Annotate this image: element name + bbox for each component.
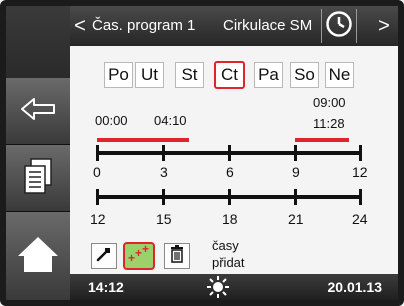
back-button[interactable] bbox=[6, 78, 70, 145]
axis1-tick-label: 3 bbox=[160, 164, 168, 180]
edit-button[interactable] bbox=[91, 243, 117, 269]
trash-icon bbox=[170, 244, 184, 268]
axis1-tick bbox=[359, 145, 362, 161]
clock-icon bbox=[325, 10, 353, 42]
page-subtitle: Cirkulace SM bbox=[223, 17, 313, 34]
period1-start-label: 00:00 bbox=[95, 113, 128, 128]
axis1-tick-label: 9 bbox=[292, 164, 300, 180]
axis2-tick-label: 12 bbox=[90, 211, 106, 227]
axis2-tick-label: 24 bbox=[352, 211, 368, 227]
sun-icon bbox=[206, 275, 230, 302]
back-arrow-icon bbox=[20, 97, 56, 126]
axis1-tick-label: 12 bbox=[352, 164, 368, 180]
period2-start-label: 09:00 bbox=[313, 95, 346, 110]
schedule-segment bbox=[295, 138, 350, 142]
add-times-label: časy přidat bbox=[212, 237, 245, 271]
header-bar: < Čas. program 1 Cirkulace SM > bbox=[70, 6, 398, 46]
clock-button[interactable] bbox=[321, 9, 357, 43]
axis1-tick bbox=[96, 145, 99, 161]
prev-program-button[interactable]: < bbox=[70, 6, 90, 46]
axis2-tick-label: 18 bbox=[222, 211, 238, 227]
day-button-po[interactable]: Po bbox=[104, 62, 133, 88]
axis2-tick bbox=[228, 189, 231, 205]
add-times-label-line1: časy bbox=[212, 238, 239, 253]
home-icon bbox=[15, 234, 61, 279]
axis2-tick-label: 15 bbox=[156, 211, 172, 227]
delete-button[interactable] bbox=[164, 243, 190, 269]
axis1-tick-label: 6 bbox=[226, 164, 234, 180]
day-button-so[interactable]: So bbox=[290, 62, 319, 88]
current-date: 20.01.13 bbox=[327, 279, 383, 295]
axis1-tick-label: 0 bbox=[93, 164, 101, 180]
schedule-panel: Po Ut St Ct Pa So Ne 00:00 04:10 09:00 1… bbox=[70, 46, 398, 274]
svg-text:+: + bbox=[128, 251, 135, 264]
axis2-tick bbox=[162, 189, 165, 205]
documents-icon bbox=[23, 157, 53, 200]
axis2-tick bbox=[96, 189, 99, 205]
axis1-tick bbox=[162, 145, 165, 161]
wrench-icon bbox=[96, 246, 112, 267]
day-button-ne[interactable]: Ne bbox=[325, 62, 354, 88]
day-button-pa[interactable]: Pa bbox=[254, 62, 283, 88]
day-button-st[interactable]: St bbox=[175, 62, 204, 88]
schedule-segment bbox=[97, 138, 189, 142]
documents-button[interactable] bbox=[6, 145, 70, 212]
axis1-tick bbox=[228, 145, 231, 161]
axis1-tick bbox=[294, 145, 297, 161]
add-plus-icon: + + + bbox=[127, 242, 151, 269]
add-times-label-line2: přidat bbox=[212, 255, 245, 270]
period2-end-label: 11:28 bbox=[313, 116, 345, 131]
next-program-button[interactable]: > bbox=[370, 6, 398, 46]
day-button-ct[interactable]: Ct bbox=[214, 61, 245, 89]
day-button-ut[interactable]: Ut bbox=[135, 62, 164, 88]
axis2-tick bbox=[294, 189, 297, 205]
axis2-tick bbox=[359, 189, 362, 205]
sidebar-empty-slot bbox=[6, 6, 70, 79]
svg-text:+: + bbox=[142, 244, 149, 256]
current-time: 14:12 bbox=[88, 279, 124, 295]
page-title: Čas. program 1 bbox=[92, 17, 196, 34]
sidebar bbox=[6, 6, 70, 300]
home-button[interactable] bbox=[6, 212, 70, 300]
axis2-tick-label: 21 bbox=[288, 211, 304, 227]
period1-end-label: 04:10 bbox=[154, 113, 187, 128]
status-bar: 14:12 20.01.13 bbox=[70, 274, 398, 300]
svg-text:+: + bbox=[135, 246, 142, 260]
add-times-button[interactable]: + + + bbox=[123, 242, 155, 270]
